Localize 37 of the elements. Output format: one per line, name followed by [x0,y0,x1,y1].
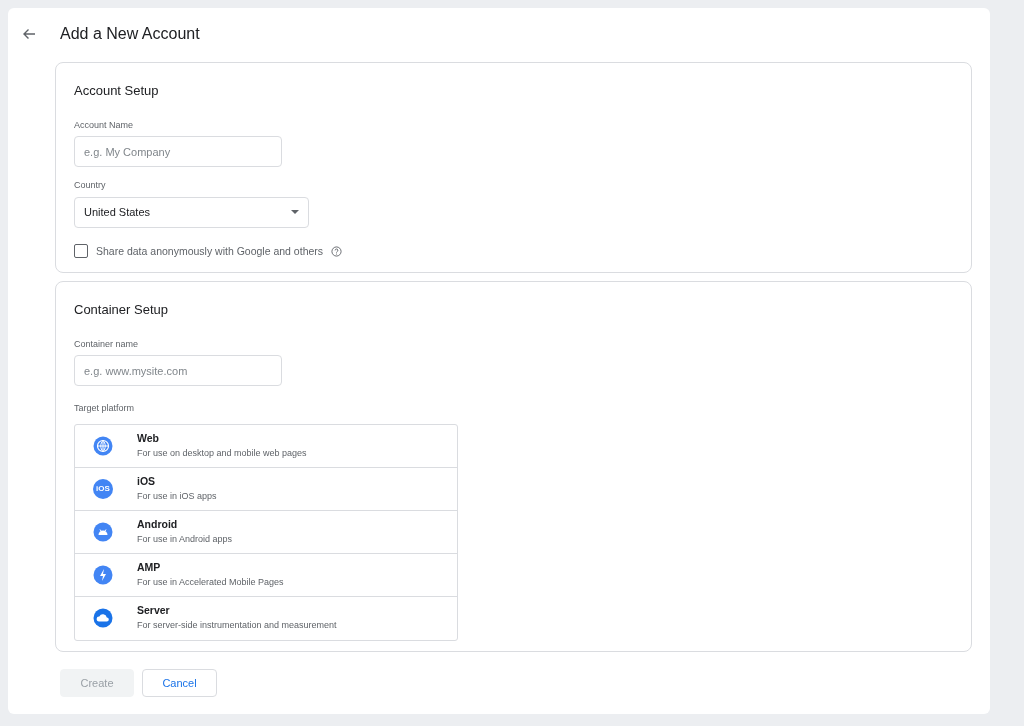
dropdown-caret-icon [291,210,299,214]
account-name-field[interactable]: e.g. My Company [74,136,282,167]
platform-option[interactable]: Android For use in Android apps [75,510,457,554]
platform-option[interactable]: iOS iOS For use in iOS apps [75,467,457,511]
platform-option[interactable]: Server For server-side instrumentation and measurement [75,596,457,640]
select-value: United States [84,204,151,220]
field-label: Account Name [74,118,135,132]
page-title: Add a New Account [60,24,200,44]
field-label: Target platform [74,402,136,415]
ios-icon: iOS [93,478,113,499]
cloud-icon [93,608,113,628]
platform-name: iOS [137,473,157,489]
lightning-bolt-icon [93,564,113,585]
checkbox-label: Share data anonymously with Google and others [96,243,324,259]
platform-name: Android [137,516,179,532]
platform-option[interactable]: AMP For use in Accelerated Mobile Pages [75,553,457,597]
checkbox[interactable] [74,244,88,259]
section-title: Account Setup [74,82,160,100]
cancel-button[interactable]: Cancel [142,669,217,697]
platform-description: For use in Accelerated Mobile Pages [137,575,284,589]
platform-description: For use in Android apps [137,532,233,546]
platform-name: Server [137,603,171,619]
section-title: Container Setup [74,301,169,319]
back-arrow-icon[interactable] [22,28,36,40]
platform-name: AMP [137,559,162,575]
platform-description: For use in iOS apps [137,489,217,503]
container-name-field[interactable]: e.g. www.mysite.com [74,355,282,386]
platform-description: For server-side instrumentation and measurement [137,619,337,633]
country-select[interactable]: United States [74,196,309,228]
android-icon [93,521,113,542]
platform-name: Web [137,430,160,446]
platform-description: For use on desktop and mobile web pages [137,446,307,460]
platform-option[interactable]: Web For use on desktop and mobile web pages [75,424,457,468]
help-icon [331,245,343,257]
field-label: Container name [74,337,140,351]
field-label: Country [74,179,107,192]
globe-icon [93,435,113,456]
